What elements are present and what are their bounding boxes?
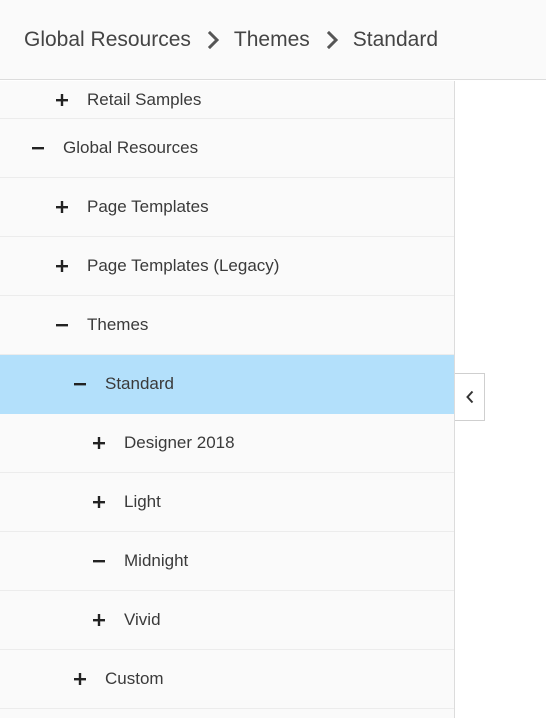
tree-item-label: Global Resources	[63, 138, 199, 157]
tree-item-label: Page Templates (Legacy)	[87, 256, 280, 275]
chevron-right-icon	[207, 30, 220, 49]
breadcrumb-item-global-resources[interactable]: Global Resources	[24, 28, 191, 52]
expand-plus-icon[interactable]	[93, 437, 105, 449]
tree-item-label: Vivid	[124, 610, 161, 629]
tree-item-custom[interactable]: Custom	[0, 650, 454, 709]
tree-item-midnight[interactable]: Midnight	[0, 532, 454, 591]
tree-item-label: Themes	[87, 315, 149, 334]
expand-plus-icon[interactable]	[74, 673, 86, 685]
tree-item-standard[interactable]: Standard	[0, 355, 454, 414]
chevron-right-icon	[326, 30, 339, 49]
collapse-minus-icon[interactable]	[74, 378, 86, 390]
breadcrumb: Global Resources Themes Standard	[0, 0, 546, 80]
page: Global Resources Themes Standard Retail …	[0, 0, 546, 718]
tree-item-label: Page Templates	[87, 197, 209, 216]
expand-plus-icon[interactable]	[56, 93, 68, 106]
resource-tree: Retail Samples Global Resources Page Tem…	[0, 81, 455, 718]
collapse-panel-button[interactable]	[455, 373, 485, 421]
tree-item-vivid[interactable]: Vivid	[0, 591, 454, 650]
expand-plus-icon[interactable]	[93, 614, 105, 626]
collapse-minus-icon[interactable]	[93, 555, 105, 567]
tree-item-label: Midnight	[124, 551, 189, 570]
tree-item-label: Light	[124, 492, 161, 511]
chevron-left-icon	[465, 390, 475, 404]
tree-item-label: Designer 2018	[124, 433, 235, 452]
tree-item-light[interactable]: Light	[0, 473, 454, 532]
expand-plus-icon[interactable]	[56, 201, 68, 213]
tree-item-retail-samples[interactable]: Retail Samples	[0, 81, 454, 119]
tree-item-designer-2018[interactable]: Designer 2018	[0, 414, 454, 473]
expand-plus-icon[interactable]	[93, 496, 105, 508]
breadcrumb-item-themes[interactable]: Themes	[234, 28, 310, 52]
tree-item-global-resources[interactable]: Global Resources	[0, 119, 454, 178]
collapse-minus-icon[interactable]	[32, 142, 44, 154]
expand-plus-icon[interactable]	[56, 260, 68, 272]
breadcrumb-item-standard[interactable]: Standard	[353, 28, 438, 52]
tree-item-themes[interactable]: Themes	[0, 296, 454, 355]
tree-item-label: Retail Samples	[87, 89, 202, 109]
collapse-minus-icon[interactable]	[56, 319, 68, 331]
tree-item-page-templates-legacy[interactable]: Page Templates (Legacy)	[0, 237, 454, 296]
tree-item-label: Custom	[105, 669, 164, 688]
tree-item-page-templates[interactable]: Page Templates	[0, 178, 454, 237]
tree-item-label: Standard	[105, 374, 174, 393]
